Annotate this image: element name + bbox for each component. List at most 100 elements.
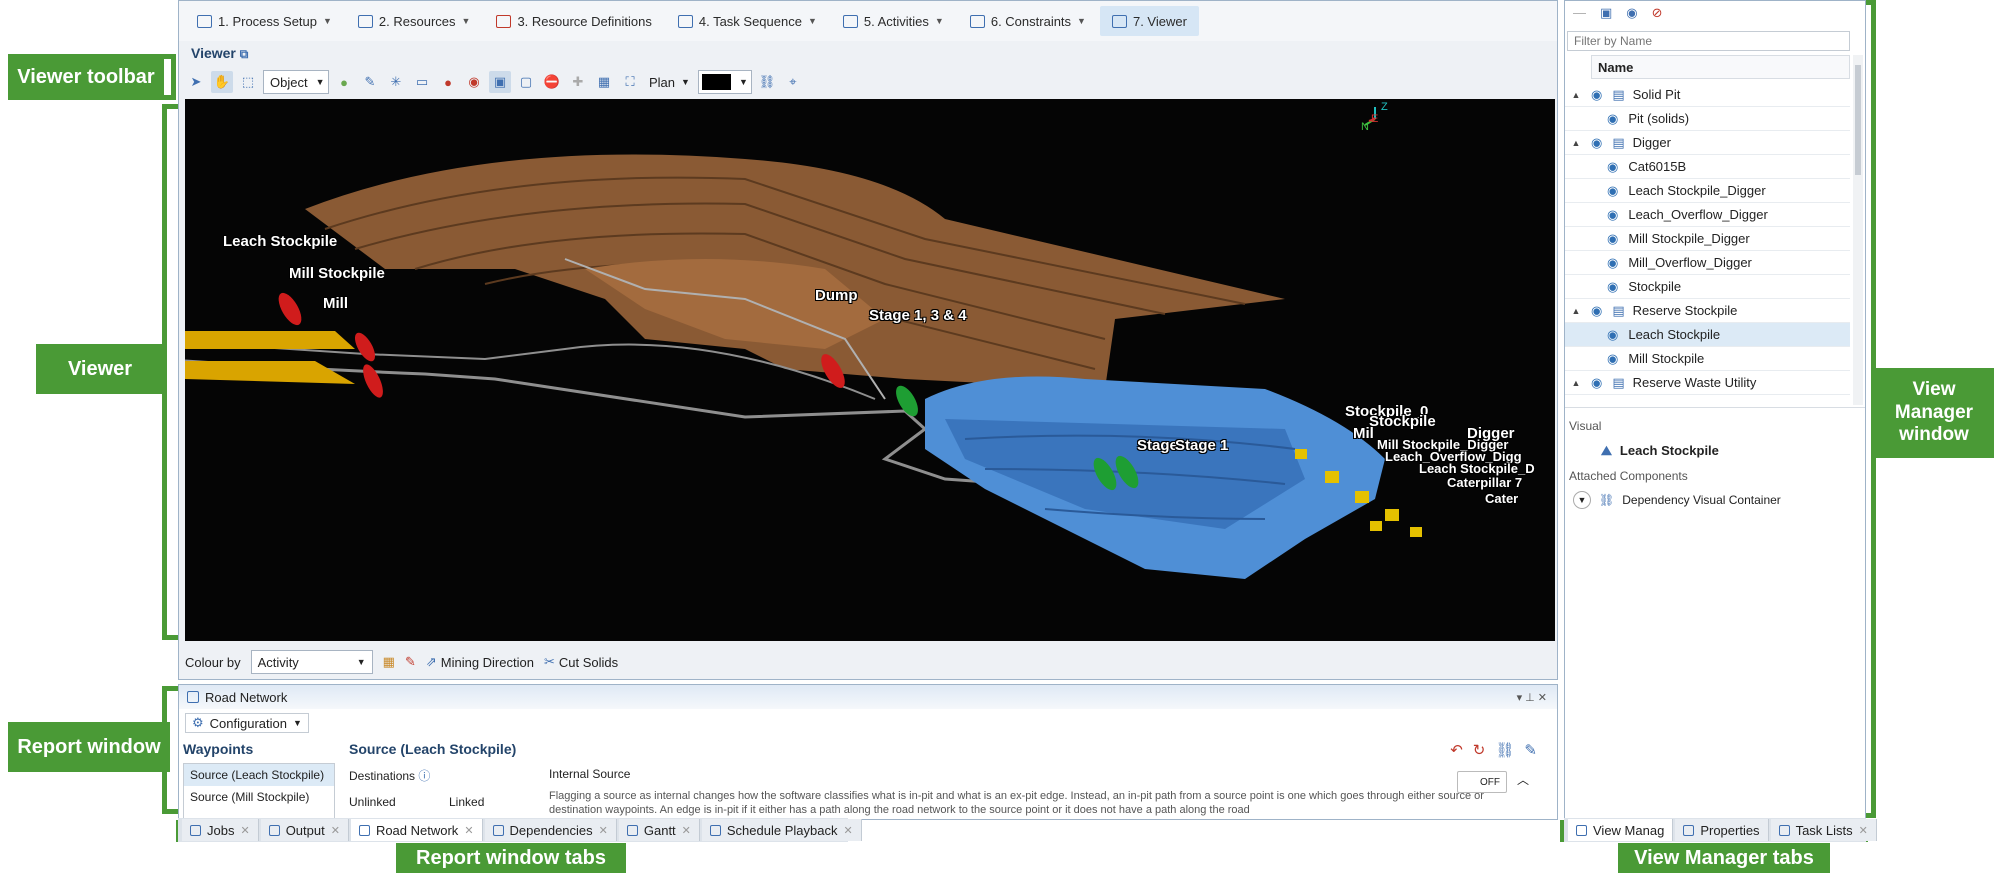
link-icon[interactable]: ⛓ — [756, 71, 778, 93]
info-icon[interactable]: ⓘ — [418, 769, 430, 783]
tab-process-setup[interactable]: 1. Process Setup ▼ — [185, 6, 344, 36]
tree-item[interactable]: ◉ Leach Stockpile — [1565, 323, 1850, 347]
eye-icon[interactable]: ◉ — [1591, 303, 1602, 319]
collapse-triangle-icon[interactable]: ▲ — [1569, 306, 1583, 316]
tab-task-lists[interactable]: Task Lists ✕ — [1770, 819, 1877, 841]
close-icon[interactable]: ✕ — [331, 824, 340, 837]
close-icon[interactable]: ✕ — [843, 824, 852, 837]
tab-view-manager[interactable]: View Manag — [1568, 819, 1674, 841]
link-icon[interactable]: ⛓ — [1495, 741, 1514, 759]
tab-dependencies[interactable]: Dependencies ✕ — [484, 819, 617, 841]
tree-item[interactable]: ◉ Stockpile — [1565, 275, 1850, 299]
tree-item[interactable]: ◉ Leach Stockpile_Digger — [1565, 179, 1850, 203]
eye-icon[interactable]: ◉ — [1607, 279, 1618, 295]
close-icon[interactable]: ✕ — [240, 824, 249, 837]
tab-task-sequence[interactable]: 4. Task Sequence ▼ — [666, 6, 829, 36]
undo-icon[interactable]: ↶ — [1450, 741, 1463, 759]
configuration-button[interactable]: ⚙ Configuration ▼ — [185, 713, 309, 733]
eye-icon[interactable]: ◉ — [1591, 135, 1602, 151]
filter-input[interactable] — [1567, 31, 1850, 51]
camera-icon[interactable]: ▣ — [1600, 5, 1612, 21]
eye-icon[interactable]: ◉ — [1607, 351, 1618, 367]
close-icon[interactable]: ✕ — [464, 824, 473, 837]
tab-constraints[interactable]: 6. Constraints ▼ — [958, 6, 1098, 36]
tab-output[interactable]: Output ✕ — [260, 819, 349, 841]
eye-icon[interactable]: ◉ — [1607, 255, 1618, 271]
vm-scroll-thumb[interactable] — [1855, 65, 1861, 175]
background-colour-dropdown[interactable]: ▼ — [697, 70, 752, 94]
cut-solids-button[interactable]: ✂ Cut Solids — [544, 654, 618, 670]
tree-item[interactable]: ◉ Leach_Overflow_Digger — [1565, 203, 1850, 227]
fit-view-icon[interactable]: ⛶ — [619, 71, 641, 93]
tab-properties[interactable]: Properties — [1675, 819, 1769, 841]
eye-icon[interactable]: ◉ — [1626, 5, 1637, 21]
tab-road-network[interactable]: Road Network ✕ — [350, 819, 483, 841]
palette-icon[interactable]: ▦ — [383, 654, 395, 670]
eye-icon[interactable]: ◉ — [1607, 159, 1618, 175]
light-bulb-icon[interactable]: ● — [333, 71, 355, 93]
select-mode-dropdown[interactable]: Object ▼ — [263, 70, 329, 94]
colour-by-dropdown[interactable]: Activity ▼ — [250, 650, 373, 674]
layer-marker-icon[interactable]: ◉ — [463, 71, 485, 93]
wireframe-view-icon[interactable]: ▢ — [515, 71, 537, 93]
panel-controls[interactable]: ▾ ⊥ ✕ — [1517, 691, 1547, 704]
collapse-icon[interactable]: ︿ — [1517, 771, 1529, 788]
eye-icon[interactable]: ◉ — [1607, 183, 1618, 199]
tree-item[interactable]: ▲ ◉ ▤ Solid Pit — [1565, 83, 1850, 107]
list-item[interactable]: Source (Mill Stockpile) — [184, 786, 334, 808]
brush-icon[interactable]: ✎ — [405, 654, 416, 670]
collapse-triangle-icon[interactable]: ▲ — [1569, 138, 1583, 148]
tab-activities[interactable]: 5. Activities ▼ — [831, 6, 956, 36]
tab-gantt[interactable]: Gantt ✕ — [618, 819, 700, 841]
mining-direction-button[interactable]: ⇗ Mining Direction — [426, 654, 534, 670]
eye-icon[interactable]: ◉ — [1607, 111, 1618, 127]
eye-icon[interactable]: ◉ — [1607, 231, 1618, 247]
tab-resources[interactable]: 2. Resources ▼ — [346, 6, 483, 36]
solid-view-icon[interactable]: ▣ — [489, 71, 511, 93]
tag-icon[interactable]: ✎ — [359, 71, 381, 93]
view-mode-dropdown[interactable]: Plan ▼ — [645, 75, 694, 90]
grid-icon[interactable]: ▦ — [593, 71, 615, 93]
axes-icon[interactable]: ✚ — [567, 71, 589, 93]
close-icon[interactable]: ✕ — [1859, 824, 1868, 837]
hide-icon[interactable]: ⊘ — [1652, 5, 1663, 21]
internal-source-toggle[interactable]: OFF — [1457, 771, 1507, 793]
waypoint-icon[interactable]: ✳ — [385, 71, 407, 93]
visual-item[interactable]: ⛰ Leach Stockpile — [1601, 443, 1719, 459]
vm-scrollbar[interactable] — [1853, 55, 1863, 405]
minus-icon[interactable]: — — [1573, 5, 1586, 21]
attached-item[interactable]: ▼ ⛓ Dependency Visual Container — [1573, 491, 1781, 509]
close-icon[interactable]: ✕ — [682, 824, 691, 837]
tree-item[interactable]: ◉ Mill Stockpile_Digger — [1565, 227, 1850, 251]
close-icon[interactable]: ✕ — [599, 824, 608, 837]
tree-item[interactable]: ◉ Mill_Overflow_Digger — [1565, 251, 1850, 275]
collapse-triangle-icon[interactable]: ▲ — [1569, 378, 1583, 388]
viewer-canvas[interactable]: Leach Stockpile Mill Stockpile Mill Dump… — [185, 99, 1555, 641]
eye-icon[interactable]: ◉ — [1607, 207, 1618, 223]
eye-icon[interactable]: ◉ — [1591, 375, 1602, 391]
tab-resource-definitions[interactable]: 3. Resource Definitions — [484, 6, 663, 36]
list-item[interactable]: Source (Leach Stockpile) — [184, 764, 334, 786]
tree-item[interactable]: ▲ ◉ ▤ Reserve Stockpile — [1565, 299, 1850, 323]
tree-item[interactable]: ▲ ◉ ▤ Reserve Waste Utility — [1565, 371, 1850, 395]
eye-icon[interactable]: ◉ — [1591, 87, 1602, 103]
vm-splitter[interactable] — [1565, 407, 1865, 411]
tree-item[interactable]: ▲ ◉ ▤ Digger — [1565, 131, 1850, 155]
tool-icon[interactable]: ✎ — [1524, 741, 1537, 759]
tab-viewer[interactable]: 7. Viewer — [1099, 6, 1199, 36]
tree-item[interactable]: ◉ Cat6015B — [1565, 155, 1850, 179]
red-marker-icon[interactable]: ● — [437, 71, 459, 93]
tree-item[interactable]: ◉ Pit (solids) — [1565, 107, 1850, 131]
reset-icon[interactable]: ↻ — [1473, 741, 1486, 759]
select-arrow-icon[interactable]: ➤ — [185, 71, 207, 93]
expand-icon[interactable]: ▼ — [1573, 491, 1591, 509]
tab-jobs[interactable]: Jobs ✕ — [182, 819, 259, 841]
eye-icon[interactable]: ◉ — [1607, 327, 1618, 343]
stop-icon[interactable]: ⛔ — [541, 71, 563, 93]
comment-icon[interactable]: ▭ — [411, 71, 433, 93]
location-pin-icon[interactable]: ⌖ — [782, 71, 804, 93]
pan-hand-icon[interactable]: ✋ — [211, 71, 233, 93]
box-select-icon[interactable]: ⬚ — [237, 71, 259, 93]
pop-out-icon[interactable]: ⧉ — [240, 47, 249, 61]
tab-schedule-playback[interactable]: Schedule Playback ✕ — [701, 819, 862, 841]
